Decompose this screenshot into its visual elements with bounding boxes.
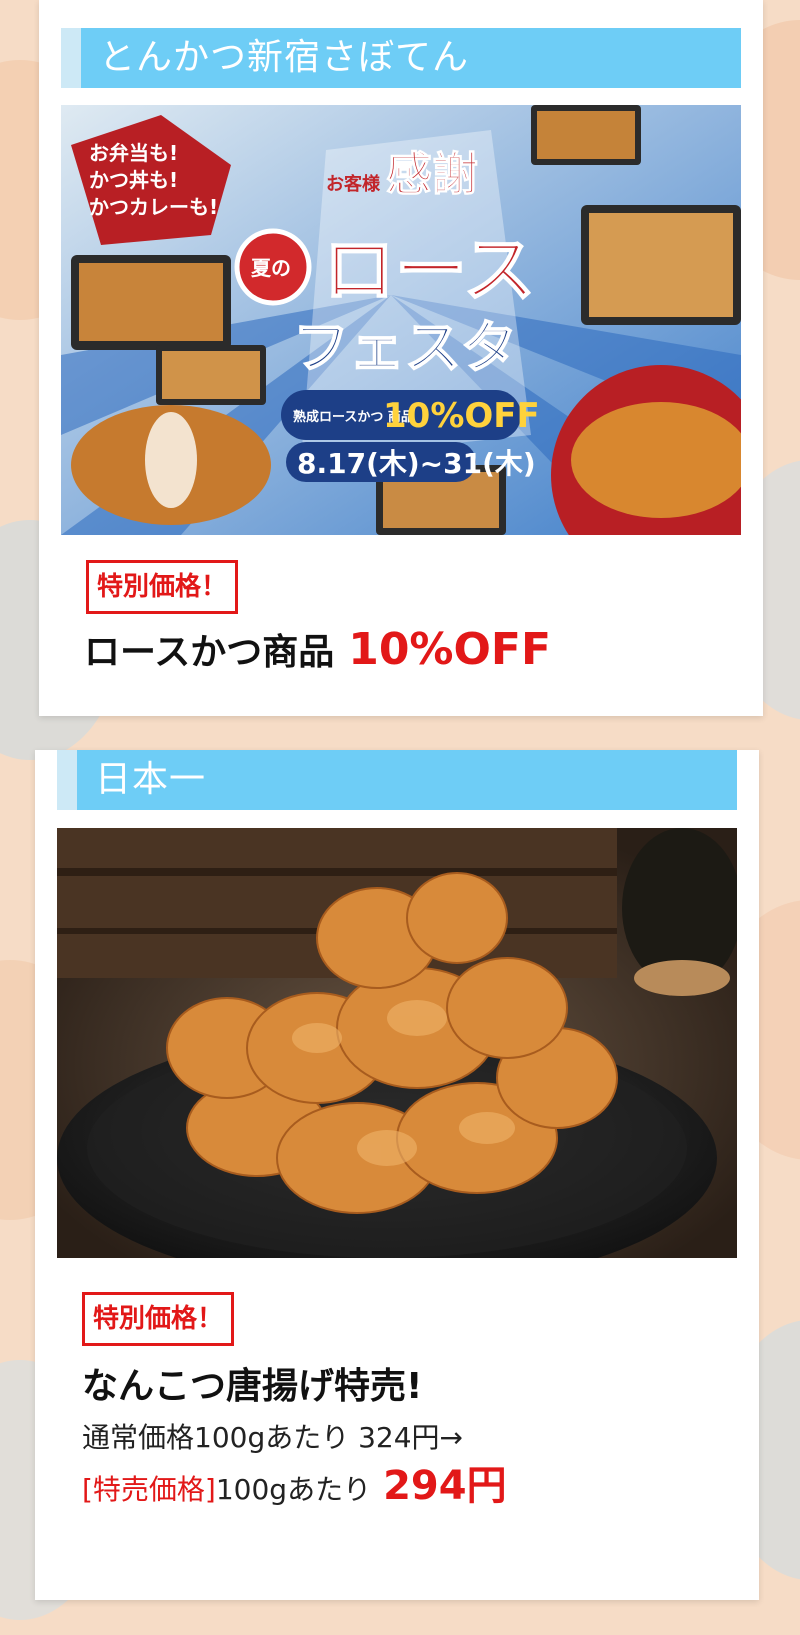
special-price-badge: 特別価格！ xyxy=(82,1292,235,1346)
product-name: ロースかつ商品 xyxy=(84,632,335,673)
promo-text-natsu: 夏の xyxy=(251,256,291,280)
karaage-photo xyxy=(57,828,737,1258)
promo-text-kansha: 感謝 xyxy=(386,147,478,201)
sale-unit: 100gあたり xyxy=(215,1473,372,1506)
product-line: ロースかつ商品 10%OFF xyxy=(84,620,551,683)
regular-price-line: 通常価格100gあたり 324円→ xyxy=(82,1421,464,1454)
sale-price: 294円 xyxy=(383,1463,507,1509)
special-price-badge: 特別価格！ xyxy=(86,560,239,614)
promo-text-katsucurry: かつカレーも! xyxy=(89,195,218,219)
product-name: なんこつ唐揚げ特売! xyxy=(82,1366,423,1407)
shop-card-nihonichi: 日本一 特別価格！ なんこつ唐揚げ特売! 通常価格100gあたり 324円→ [… xyxy=(35,750,759,1600)
shop-name-header: 日本一 xyxy=(57,750,737,810)
sale-price-line: [特売価格]100gあたり 294円 xyxy=(82,1460,507,1516)
promo-text-dates: 8.17(木)~31(木) xyxy=(297,447,536,480)
discount-value: 10%OFF xyxy=(348,624,552,675)
sale-label: [特売価格] xyxy=(82,1473,216,1506)
promo-text-katsudon: かつ丼も! xyxy=(89,168,178,192)
promo-text-okyakusama: お客様 xyxy=(326,173,381,195)
promo-text-10off: 10%OFF xyxy=(383,396,540,436)
promo-text-rosu: ロース xyxy=(323,228,535,312)
promo-photo: お弁当も! かつ丼も! かつカレーも! お客様 感謝 夏の ロース フェスタ 熟… xyxy=(61,105,741,535)
shop-name-header: とんかつ新宿さぼてん xyxy=(61,28,741,88)
shop-card-saboten: とんかつ新宿さぼてん お弁当も! かつ丼も! かつカレーも! お客様 感謝 夏の… xyxy=(39,0,763,716)
promo-text-fesuta: フェスタ xyxy=(293,316,517,381)
promo-text-bento: お弁当も! xyxy=(89,141,178,165)
